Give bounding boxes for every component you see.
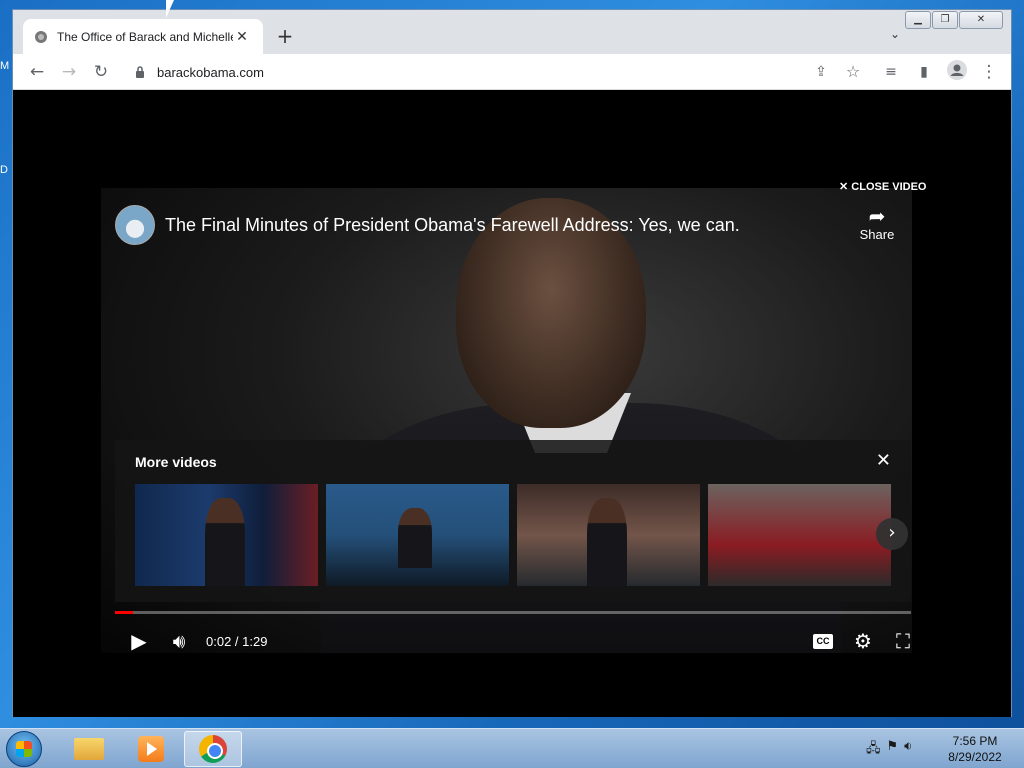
lock-icon xyxy=(135,63,147,82)
clock-time: 7:56 PM xyxy=(952,734,998,748)
video-thumbnail-4[interactable] xyxy=(708,484,891,586)
back-icon[interactable]: ← xyxy=(25,60,49,84)
share-arrow-icon: ➦ xyxy=(868,206,886,228)
folder-icon xyxy=(74,738,104,760)
tab-barackobama[interactable]: The Office of Barack and Michelle Obama … xyxy=(23,19,263,54)
fullscreen-icon[interactable]: ⛶ xyxy=(889,629,917,653)
taskbar-media-player[interactable] xyxy=(122,731,180,767)
windows-logo-icon xyxy=(16,741,32,757)
volume-icon[interactable]: 🔊︎ xyxy=(165,629,193,653)
browser-toolbar: ← → ↻ barackobama.com ⇪ ☆ ≡ ▮ ⋮ xyxy=(13,54,1011,90)
video-title[interactable]: The Final Minutes of President Obama's F… xyxy=(165,215,740,236)
video-thumbnail-1[interactable] xyxy=(135,484,318,586)
browser-menu-icon[interactable]: ⋮ xyxy=(977,60,1001,84)
reload-icon[interactable]: ↻ xyxy=(89,60,113,84)
more-videos-panel: More videos ✕ › xyxy=(115,440,911,602)
clock-date: 8/29/2022 xyxy=(948,750,1002,764)
restore-button[interactable]: ❐ xyxy=(932,11,958,29)
thumbnail-person xyxy=(587,498,627,586)
share-label: Share xyxy=(859,227,895,242)
speaker-icon[interactable]: 🔉︎ xyxy=(904,739,912,761)
seal-favicon-icon xyxy=(33,29,49,45)
video-progress-bar[interactable] xyxy=(115,611,911,614)
bookmark-star-icon[interactable]: ☆ xyxy=(841,60,865,84)
more-videos-title: More videos xyxy=(135,454,217,470)
video-time: 0:02 / 1:29 xyxy=(206,634,268,649)
captions-icon[interactable]: CC xyxy=(813,634,833,649)
address-bar[interactable]: barackobama.com xyxy=(123,58,809,86)
taskbar: 🖧 ⚑ 🔉︎ 7:56 PM 8/29/2022 xyxy=(0,728,1024,768)
video-thumbnail-3[interactable] xyxy=(517,484,700,586)
new-tab-button[interactable]: + xyxy=(273,24,297,48)
tab-title: The Office of Barack and Michelle Obama xyxy=(57,29,233,44)
tab-strip: The Office of Barack and Michelle Obama … xyxy=(13,10,1011,54)
share-page-icon[interactable]: ⇪ xyxy=(809,60,833,84)
url-text: barackobama.com xyxy=(157,64,264,80)
window-controls: ▁ ❐ ✕ xyxy=(904,11,1003,29)
profile-avatar-icon[interactable] xyxy=(945,60,969,84)
network-icon[interactable]: 🖧 xyxy=(866,739,881,761)
close-video-button[interactable]: ✕ CLOSE VIDEO xyxy=(839,180,926,193)
minimize-button[interactable]: ▁ xyxy=(905,11,931,29)
play-icon[interactable]: ▶ xyxy=(125,629,153,653)
start-button[interactable] xyxy=(6,731,42,767)
thumbnail-person xyxy=(205,498,245,586)
action-center-flag-icon[interactable]: ⚑ xyxy=(887,739,899,761)
taskbar-chrome[interactable] xyxy=(184,731,242,767)
video-thumbnail-2[interactable] xyxy=(326,484,509,586)
share-button[interactable]: ➦ Share xyxy=(855,207,899,242)
desktop-label-m: M xyxy=(0,60,10,72)
media-player-icon xyxy=(138,736,164,762)
clock[interactable]: 7:56 PM 8/29/2022 xyxy=(935,733,1015,765)
system-tray: 🖧 ⚑ 🔉︎ xyxy=(866,739,912,761)
channel-avatar[interactable] xyxy=(115,205,155,245)
video-controls: ▶ 🔊︎ 0:02 / 1:29 CC ⚙ ⛶ xyxy=(115,621,911,661)
side-panel-icon[interactable]: ▮ xyxy=(912,60,936,84)
mouse-cursor-icon xyxy=(166,0,174,18)
video-header: The Final Minutes of President Obama's F… xyxy=(115,205,740,245)
tab-search-chevron-icon[interactable]: ⌄ xyxy=(885,24,905,44)
more-videos-thumbnails xyxy=(135,484,899,586)
taskbar-explorer[interactable] xyxy=(60,731,118,767)
desktop-label-d: D xyxy=(0,164,8,176)
reading-list-icon[interactable]: ≡ xyxy=(879,60,903,84)
thumbnail-person xyxy=(398,508,432,568)
browser-window: The Office of Barack and Michelle Obama … xyxy=(12,9,1012,717)
page-viewport: ✕ CLOSE VIDEO The Final Minutes of Presi… xyxy=(13,91,1011,717)
settings-gear-icon[interactable]: ⚙ xyxy=(849,629,877,653)
close-video-label: CLOSE VIDEO xyxy=(851,181,927,193)
more-videos-next-icon[interactable]: › xyxy=(876,518,908,550)
video-progress-played xyxy=(115,611,133,614)
forward-icon[interactable]: → xyxy=(57,60,81,84)
more-videos-close-icon[interactable]: ✕ xyxy=(876,450,891,471)
tab-close-icon[interactable]: ✕ xyxy=(233,29,251,45)
close-window-button[interactable]: ✕ xyxy=(959,11,1003,29)
chrome-icon xyxy=(199,735,227,763)
